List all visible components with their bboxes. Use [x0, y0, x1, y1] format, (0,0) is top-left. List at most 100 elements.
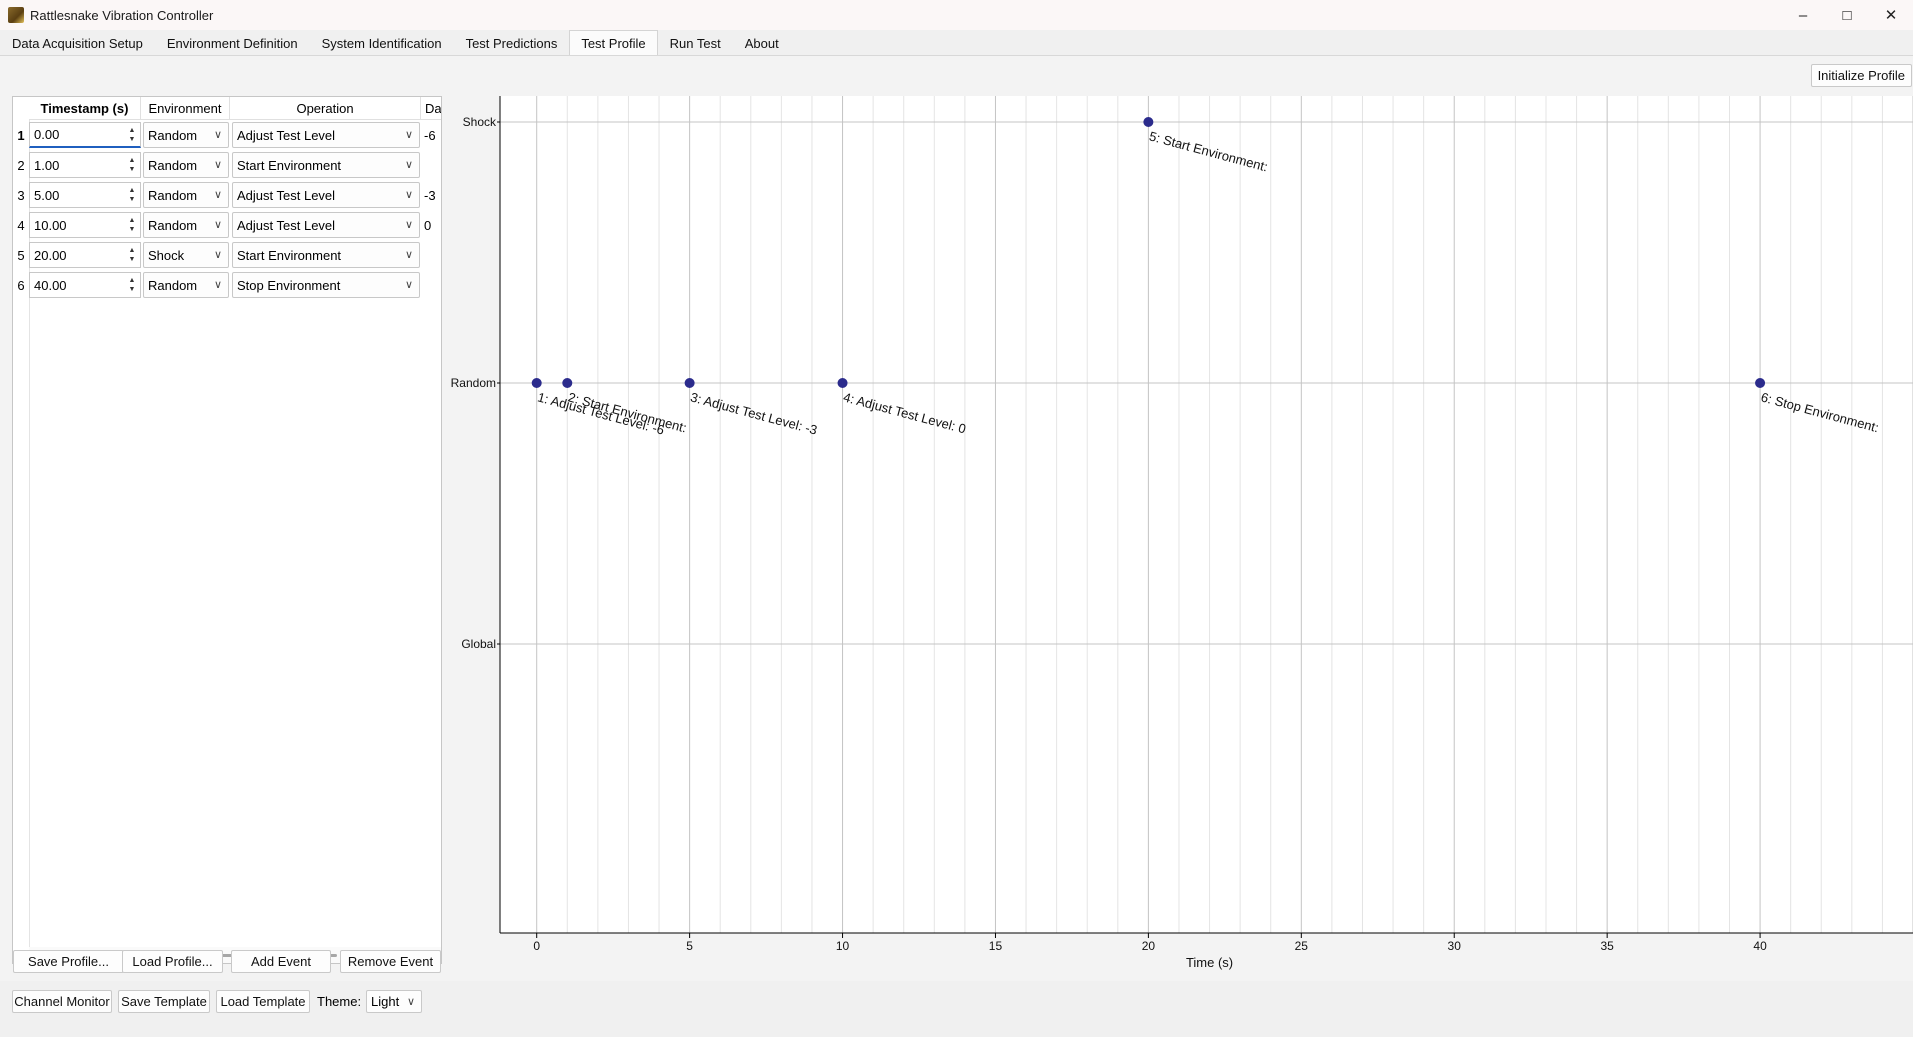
y-category-label: Shock [463, 115, 497, 129]
environment-select[interactable]: Random ∨ [143, 122, 229, 148]
window-title: Rattlesnake Vibration Controller [30, 7, 214, 23]
timeline-plot[interactable]: 0 5 10 15 20 25 30 35 40 Global Random Shock Time (s… [443, 96, 1913, 976]
environment-value: Random [148, 187, 198, 203]
environment-value: Random [148, 217, 198, 233]
tab-data-acquisition-setup[interactable]: Data Acquisition Setup [0, 30, 155, 55]
column-header-timestamp[interactable]: Timestamp (s) [29, 97, 141, 120]
chevron-down-icon: ∨ [213, 249, 222, 261]
operation-select[interactable]: Stop Environment ∨ [232, 272, 420, 298]
minimize-icon[interactable]: – [1781, 0, 1825, 30]
operation-value: Adjust Test Level [237, 187, 336, 203]
data-cell[interactable]: -6 [421, 122, 441, 148]
add-event-button[interactable]: Add Event [231, 950, 331, 973]
profile-timeline-chart[interactable]: 0 5 10 15 20 25 30 35 40 Global Random Shock Time (s… [443, 96, 1913, 976]
remove-event-button[interactable]: Remove Event [340, 950, 441, 973]
operation-value: Adjust Test Level [237, 217, 336, 233]
chevron-down-icon: ∨ [404, 219, 413, 231]
chevron-down-icon: ∨ [404, 159, 413, 171]
row-number[interactable]: 2 [13, 150, 29, 180]
tab-test-profile[interactable]: Test Profile [569, 30, 658, 55]
timestamp-spinbox[interactable]: 40.00 ▲ ▼ [29, 272, 141, 298]
timestamp-value: 40.00 [34, 277, 67, 293]
close-icon[interactable]: ✕ [1869, 0, 1913, 30]
tab-run-test[interactable]: Run Test [658, 30, 733, 55]
timestamp-spinbox[interactable]: 1.00 ▲ ▼ [29, 152, 141, 178]
timestamp-spinbox[interactable]: 20.00 ▲ ▼ [29, 242, 141, 268]
timestamp-value: 5.00 [34, 187, 60, 203]
operation-value: Start Environment [237, 247, 342, 263]
row-number[interactable]: 3 [13, 180, 29, 210]
chevron-down-icon: ∨ [404, 189, 413, 201]
environment-select[interactable]: Random ∨ [143, 182, 229, 208]
spin-arrows-icon[interactable]: ▲ ▼ [124, 243, 140, 267]
operation-select[interactable]: Start Environment ∨ [232, 152, 420, 178]
operation-value: Start Environment [237, 157, 342, 173]
tab-test-predictions[interactable]: Test Predictions [454, 30, 570, 55]
operation-select[interactable]: Adjust Test Level ∨ [232, 182, 420, 208]
spin-arrows-icon[interactable]: ▲ ▼ [124, 273, 140, 297]
operation-select[interactable]: Adjust Test Level ∨ [232, 212, 420, 238]
column-header-environment[interactable]: Environment [141, 97, 230, 120]
timestamp-spinbox[interactable]: 0.00 ▲ ▼ [29, 122, 141, 148]
data-cell[interactable] [421, 272, 441, 298]
y-category-label: Global [461, 637, 496, 651]
chevron-down-icon: ∨ [213, 129, 222, 141]
x-tick-label: 35 [1600, 939, 1614, 953]
event-marker [1143, 117, 1154, 127]
row-number[interactable]: 4 [13, 210, 29, 240]
spin-arrows-icon[interactable]: ▲ ▼ [124, 153, 140, 177]
bottom-toolbar: Channel Monitor Save Template Load Templ… [0, 981, 1913, 1037]
x-tick-label: 0 [533, 939, 540, 953]
channel-monitor-button[interactable]: Channel Monitor [12, 990, 112, 1013]
data-cell[interactable] [421, 242, 441, 268]
save-template-button[interactable]: Save Template [118, 990, 210, 1013]
event-marker [684, 378, 695, 388]
timestamp-value: 20.00 [34, 247, 67, 263]
initialize-profile-button[interactable]: Initialize Profile [1810, 64, 1912, 87]
x-tick-label: 25 [1295, 939, 1309, 953]
operation-select[interactable]: Adjust Test Level ∨ [232, 122, 420, 148]
x-tick-label: 40 [1753, 939, 1767, 953]
column-header-data[interactable]: Data [421, 97, 441, 120]
operation-select[interactable]: Start Environment ∨ [232, 242, 420, 268]
timestamp-spinbox[interactable]: 10.00 ▲ ▼ [29, 212, 141, 238]
spin-arrows-icon[interactable]: ▲ ▼ [124, 213, 140, 237]
row-number[interactable]: 6 [13, 270, 29, 300]
spin-arrows-icon[interactable]: ▲ ▼ [124, 123, 140, 147]
data-cell[interactable] [421, 152, 441, 178]
x-tick-label: 20 [1142, 939, 1156, 953]
event-marker [562, 378, 573, 388]
data-cell[interactable]: -3 [421, 182, 441, 208]
load-profile-button[interactable]: Load Profile... [122, 950, 223, 973]
tab-about[interactable]: About [733, 30, 791, 55]
spin-arrows-icon[interactable]: ▲ ▼ [124, 183, 140, 207]
environment-value: Random [148, 277, 198, 293]
chevron-down-icon: ∨ [213, 159, 222, 171]
operation-value: Adjust Test Level [237, 127, 336, 143]
chevron-down-icon: ∨ [404, 279, 413, 291]
main-tab-bar: Data Acquisition Setup Environment Defin… [0, 30, 1913, 56]
maximize-icon[interactable]: □ [1825, 0, 1869, 30]
app-icon [8, 7, 24, 23]
environment-select[interactable]: Random ∨ [143, 212, 229, 238]
environment-select[interactable]: Random ∨ [143, 272, 229, 298]
tab-system-identification[interactable]: System Identification [310, 30, 454, 55]
timestamp-spinbox[interactable]: 5.00 ▲ ▼ [29, 182, 141, 208]
row-number[interactable]: 1 [13, 120, 29, 150]
load-template-button[interactable]: Load Template [216, 990, 310, 1013]
data-cell[interactable]: 0 [421, 212, 441, 238]
save-profile-button[interactable]: Save Profile... [13, 950, 124, 973]
chevron-down-icon: ∨ [213, 189, 222, 201]
tab-environment-definition[interactable]: Environment Definition [155, 30, 310, 55]
event-marker [837, 378, 848, 388]
event-marker [1755, 378, 1766, 388]
plot-background [500, 96, 1913, 933]
x-axis-label: Time (s) [1186, 955, 1233, 970]
row-number[interactable]: 5 [13, 240, 29, 270]
timestamp-value: 1.00 [34, 157, 60, 173]
environment-select[interactable]: Shock ∨ [143, 242, 229, 268]
environment-select[interactable]: Random ∨ [143, 152, 229, 178]
column-header-operation[interactable]: Operation [230, 97, 421, 120]
event-marker [531, 378, 542, 388]
theme-select[interactable]: Light ∨ [366, 990, 422, 1013]
